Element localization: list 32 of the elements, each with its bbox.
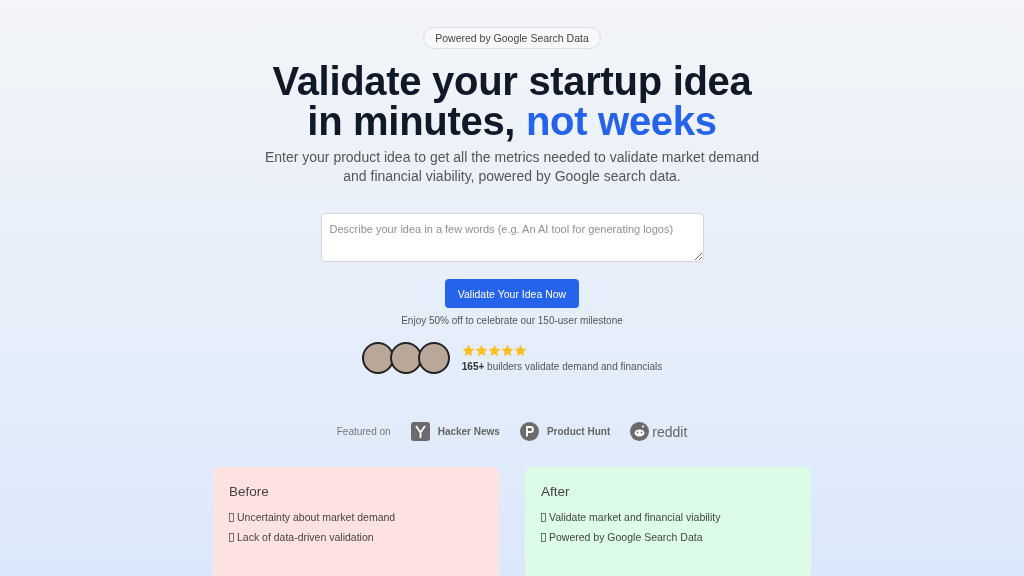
featured-label: Featured on [336,426,391,437]
alien-logo-icon [630,422,650,441]
star-icon [461,344,475,357]
card-title: After [541,484,571,499]
avatar [417,342,450,374]
featured-link[interactable]: Hacker News [410,422,500,441]
bullet-icon [229,512,234,522]
star-icon [487,344,501,357]
featured-link[interactable]: reddit [630,422,688,441]
star-icon [513,344,527,357]
subtitle: Enter your product idea to get all the metrics needed to validate market demand and financial viability, powered by Google search data. [263,148,761,186]
avatar [361,342,394,374]
headline: Validate your startup idea [272,61,752,101]
builders-count-text: 165+ builders validate demand and financials [461,361,663,372]
star-icon [500,344,514,357]
powered-by-badge: Powered by Google Search Data [423,27,601,49]
card-item-text: Lack of data-driven validation [237,531,374,543]
idea-input-field[interactable]: Describe your idea in a few words (e.g. An AI tool for generating logos) [320,213,704,262]
card-title: Before [229,484,270,499]
p-logo-icon [519,422,539,441]
promo-text: Enjoy 50% off to celebrate our 150-user milestone [401,315,623,326]
validate-button[interactable]: Validate Your Idea Now [445,279,579,308]
featured-link[interactable]: Product Hunt [519,422,611,441]
star-icon [474,344,488,357]
card-item-text: Validate market and financial viability [549,511,721,523]
y-logo-icon [410,422,430,441]
card-item-text: Uncertainty about market demand [237,511,396,523]
bullet-icon [541,532,546,542]
bullet-icon [541,512,546,522]
bullet-icon [229,532,234,542]
card-item-text: Powered by Google Search Data [549,531,703,543]
avatar [389,342,422,374]
